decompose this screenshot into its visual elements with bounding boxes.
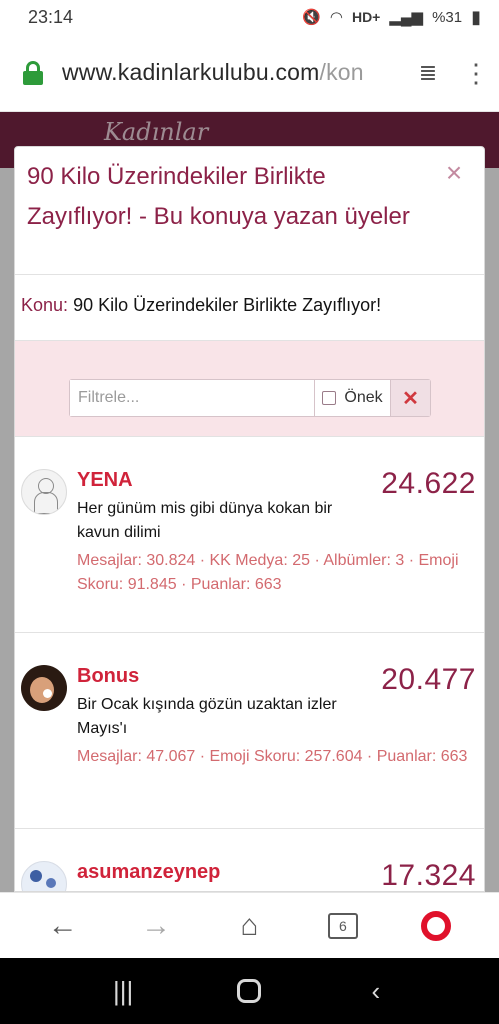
avatar[interactable]: [21, 861, 67, 891]
url-path: /kon: [319, 59, 364, 85]
member-title: Her günüm mis gibi dünya kokan bir kavun…: [77, 500, 333, 541]
home-icon[interactable]: ⌂: [225, 902, 273, 950]
url-domain: www.kadinlarkulubu.com: [62, 59, 320, 85]
prefix-label: Önek: [344, 389, 383, 406]
status-bar: 23:14 🔇 ◠ HD+ ▂▄▆ %31 ▮: [0, 0, 499, 34]
lock-icon: [22, 60, 44, 85]
tabs-button[interactable]: 6: [319, 902, 367, 950]
more-menu-icon[interactable]: ⋮: [463, 60, 489, 86]
wifi-icon: ◠: [329, 9, 343, 26]
system-nav-bar: ||| ‹: [0, 958, 499, 1024]
system-home-button[interactable]: [229, 979, 269, 1003]
recent-apps-icon[interactable]: |||: [103, 976, 143, 1007]
mute-icon: 🔇: [302, 9, 321, 26]
modal-title: 90 Kilo Üzerindekiler Birlikte Zayıflıyo…: [27, 163, 410, 230]
member-title: Bir Ocak kışında gözün uzaktan izler May…: [77, 696, 337, 737]
address-bar[interactable]: www.kadinlarkulubu.com/kon ≣ ⋮: [0, 34, 499, 112]
topic-row: Konu: 90 Kilo Üzerindekiler Birlikte Zay…: [15, 275, 484, 341]
url-text[interactable]: www.kadinlarkulubu.com/kon: [62, 59, 405, 86]
home-circle-icon: [237, 979, 262, 1003]
status-icons: 🔇 ◠ HD+ ▂▄▆ %31 ▮: [302, 7, 481, 28]
topic-title[interactable]: 90 Kilo Üzerindekiler Birlikte Zayıflıyo…: [73, 295, 381, 315]
avatar[interactable]: [21, 665, 67, 711]
network-label: HD+: [351, 9, 381, 25]
list-item: YENA Her günüm mis gibi dünya kokan bir …: [15, 437, 484, 633]
reader-mode-icon[interactable]: ≣: [415, 60, 441, 86]
list-item: asumanzeynep 17.324: [15, 829, 484, 892]
members-modal: 90 Kilo Üzerindekiler Birlikte Zayıflıyo…: [14, 146, 485, 892]
tabs-icon: 6: [327, 912, 358, 939]
opera-menu-button[interactable]: [412, 902, 460, 950]
filter-area: Önek ✕: [15, 341, 484, 437]
filter-input[interactable]: [70, 380, 314, 416]
opera-icon: [421, 910, 452, 941]
prefix-checkbox[interactable]: [322, 391, 337, 405]
close-icon[interactable]: ×: [442, 159, 466, 187]
system-back-icon[interactable]: ‹: [356, 976, 396, 1007]
member-score: 17.324: [381, 859, 476, 892]
topic-label: Konu:: [21, 295, 69, 315]
modal-header: 90 Kilo Üzerindekiler Birlikte Zayıflıyo…: [15, 147, 484, 275]
list-item: Bonus Bir Ocak kışında gözün uzaktan izl…: [15, 633, 484, 829]
clock: 23:14: [28, 6, 74, 27]
member-stats: Mesajlar: 47.067 · Emoji Skoru: 257.604 …: [77, 748, 468, 765]
clear-filter-button[interactable]: ✕: [390, 380, 430, 416]
browser-toolbar: ← → ⌂ 6: [0, 892, 499, 958]
member-score: 20.477: [381, 663, 476, 696]
battery-icon: ▮: [471, 6, 481, 27]
filter-box: Önek ✕: [69, 379, 431, 417]
member-stats: Mesajlar: 30.824 · KK Medya: 25 · Albüml…: [77, 552, 459, 593]
battery-percent: %31: [432, 8, 463, 26]
prefix-toggle[interactable]: Önek: [314, 380, 390, 416]
forward-arrow-icon[interactable]: →: [132, 902, 180, 950]
back-arrow-icon[interactable]: ←: [39, 902, 87, 950]
signal-icon: ▂▄▆: [389, 9, 424, 26]
member-list: YENA Her günüm mis gibi dünya kokan bir …: [15, 437, 484, 892]
avatar[interactable]: [21, 469, 67, 515]
member-score: 24.622: [381, 467, 476, 500]
